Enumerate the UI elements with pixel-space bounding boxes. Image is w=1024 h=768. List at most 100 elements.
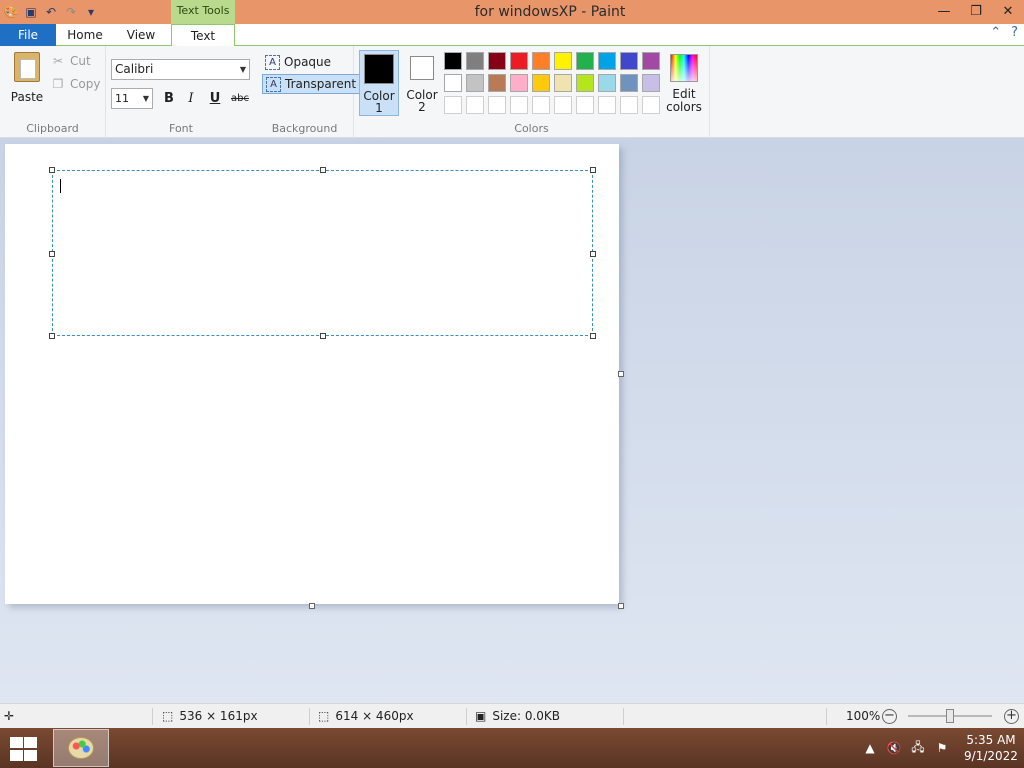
- transparent-icon: A: [266, 76, 281, 92]
- windows-logo-pane: [10, 750, 23, 761]
- palette-swatch[interactable]: [488, 52, 506, 70]
- minimize-button[interactable]: —: [928, 0, 960, 22]
- transparent-option[interactable]: A Transparent: [262, 74, 361, 94]
- canvas-resize-handle-right[interactable]: [618, 371, 624, 377]
- help-icon[interactable]: ?: [1011, 25, 1018, 40]
- resize-handle[interactable]: [590, 251, 596, 257]
- customize-qat-icon[interactable]: ▾: [82, 3, 100, 21]
- paste-button[interactable]: Paste: [8, 52, 46, 104]
- windows-logo-pane: [24, 750, 37, 761]
- font-family-value: Calibri: [115, 62, 154, 76]
- text-input-box[interactable]: [49, 167, 596, 339]
- tab-home[interactable]: Home: [56, 24, 114, 46]
- redo-icon[interactable]: ↷: [62, 3, 80, 21]
- undo-icon[interactable]: ↶: [42, 3, 60, 21]
- clock-date: 9/1/2022: [964, 749, 1018, 763]
- palette-swatch[interactable]: [598, 74, 616, 92]
- drawing-canvas[interactable]: [5, 144, 619, 604]
- edit-colors-button[interactable]: Edit colors: [666, 54, 702, 114]
- tab-text[interactable]: Text: [171, 24, 235, 47]
- palette-swatch[interactable]: [598, 96, 616, 114]
- palette-swatch[interactable]: [488, 74, 506, 92]
- canvas-resize-handle-corner[interactable]: [618, 603, 624, 609]
- color2-button[interactable]: Color 2: [402, 50, 442, 116]
- palette-swatch[interactable]: [510, 96, 528, 114]
- palette-swatch[interactable]: [444, 74, 462, 92]
- restore-button[interactable]: ❐: [960, 0, 992, 22]
- ribbon: Paste ✂ Cut ❐ Copy Clipboard Font Calibr…: [0, 46, 1024, 138]
- resize-handle[interactable]: [49, 167, 55, 173]
- title-bar: 🎨 ▣ ↶ ↷ ▾ Text Tools for windowsXP - Pai…: [0, 0, 1024, 24]
- minimize-ribbon-icon[interactable]: ⌃: [990, 25, 1001, 40]
- palette-swatch[interactable]: [466, 52, 484, 70]
- strikethrough-button[interactable]: abc: [229, 90, 251, 108]
- canvas-resize-handle-bottom[interactable]: [309, 603, 315, 609]
- palette-swatch[interactable]: [554, 96, 572, 114]
- resize-handle[interactable]: [49, 333, 55, 339]
- tab-file[interactable]: File: [0, 24, 56, 46]
- zoom-in-button[interactable]: +: [1004, 709, 1019, 724]
- palette-swatch[interactable]: [466, 74, 484, 92]
- palette-swatch[interactable]: [576, 52, 594, 70]
- zoom-slider-thumb[interactable]: [946, 709, 954, 723]
- palette-swatch[interactable]: [554, 52, 572, 70]
- paint-app-icon[interactable]: 🎨: [2, 3, 20, 21]
- network-icon[interactable]: 🖧: [906, 738, 930, 759]
- close-button[interactable]: ✕: [992, 0, 1024, 22]
- palette-swatch[interactable]: [488, 96, 506, 114]
- status-divider: [152, 708, 153, 725]
- palette-swatch[interactable]: [576, 96, 594, 114]
- palette-swatch[interactable]: [466, 96, 484, 114]
- palette-swatch[interactable]: [598, 52, 616, 70]
- save-icon[interactable]: ▣: [22, 3, 40, 21]
- font-group-label: Font: [169, 122, 193, 135]
- palette-swatch[interactable]: [642, 52, 660, 70]
- show-hidden-icons-icon[interactable]: ▲: [858, 741, 882, 755]
- font-size-select[interactable]: 11 ▼: [111, 88, 153, 109]
- color2-swatch: [410, 56, 434, 80]
- background-group-label: Background: [271, 122, 338, 135]
- file-size-value: Size: 0.0KB: [492, 709, 561, 723]
- palette-swatch[interactable]: [444, 52, 462, 70]
- palette-swatch[interactable]: [620, 52, 638, 70]
- resize-handle[interactable]: [320, 333, 326, 339]
- font-size-value: 11: [115, 92, 129, 105]
- selection-size-value: 536 × 161px: [179, 709, 258, 723]
- zoom-out-button[interactable]: −: [882, 709, 897, 724]
- status-bar: ✛ ⬚ 536 × 161px ⬚ 614 × 460px ▣ Size: 0.…: [0, 703, 1024, 728]
- palette-swatch[interactable]: [510, 74, 528, 92]
- palette-swatch[interactable]: [642, 96, 660, 114]
- palette-swatch[interactable]: [532, 96, 550, 114]
- italic-button[interactable]: I: [182, 90, 200, 108]
- text-tools-context-label: Text Tools: [171, 0, 235, 24]
- palette-swatch[interactable]: [510, 52, 528, 70]
- copy-button[interactable]: ❐ Copy: [52, 77, 101, 91]
- taskbar-clock[interactable]: 5:35 AM 9/1/2022: [960, 732, 1022, 764]
- palette-swatch[interactable]: [642, 74, 660, 92]
- taskbar: ▲ 🔇 🖧 ⚑ 5:35 AM 9/1/2022: [0, 728, 1024, 768]
- volume-muted-icon[interactable]: 🔇: [882, 741, 906, 755]
- palette-swatch[interactable]: [620, 96, 638, 114]
- palette-swatch[interactable]: [576, 74, 594, 92]
- palette-swatch[interactable]: [444, 96, 462, 114]
- start-button[interactable]: [8, 736, 38, 762]
- bold-button[interactable]: B: [160, 90, 178, 108]
- font-family-select[interactable]: Calibri ▼: [111, 59, 250, 80]
- taskbar-paint-app[interactable]: [53, 729, 109, 767]
- underline-button[interactable]: U: [206, 90, 224, 108]
- resize-handle[interactable]: [49, 251, 55, 257]
- action-center-icon[interactable]: ⚑: [930, 741, 954, 755]
- resize-handle[interactable]: [590, 333, 596, 339]
- palette-swatch[interactable]: [620, 74, 638, 92]
- palette-swatch[interactable]: [532, 52, 550, 70]
- cut-button[interactable]: ✂ Cut: [52, 54, 91, 68]
- opaque-option[interactable]: A Opaque: [262, 52, 334, 72]
- resize-handle[interactable]: [590, 167, 596, 173]
- resize-handle[interactable]: [320, 167, 326, 173]
- tab-view[interactable]: View: [114, 24, 168, 46]
- canvas-workspace[interactable]: [0, 138, 1024, 703]
- palette-swatch[interactable]: [532, 74, 550, 92]
- color1-button[interactable]: Color 1: [359, 50, 399, 116]
- palette-swatch[interactable]: [554, 74, 572, 92]
- status-divider: [623, 708, 624, 725]
